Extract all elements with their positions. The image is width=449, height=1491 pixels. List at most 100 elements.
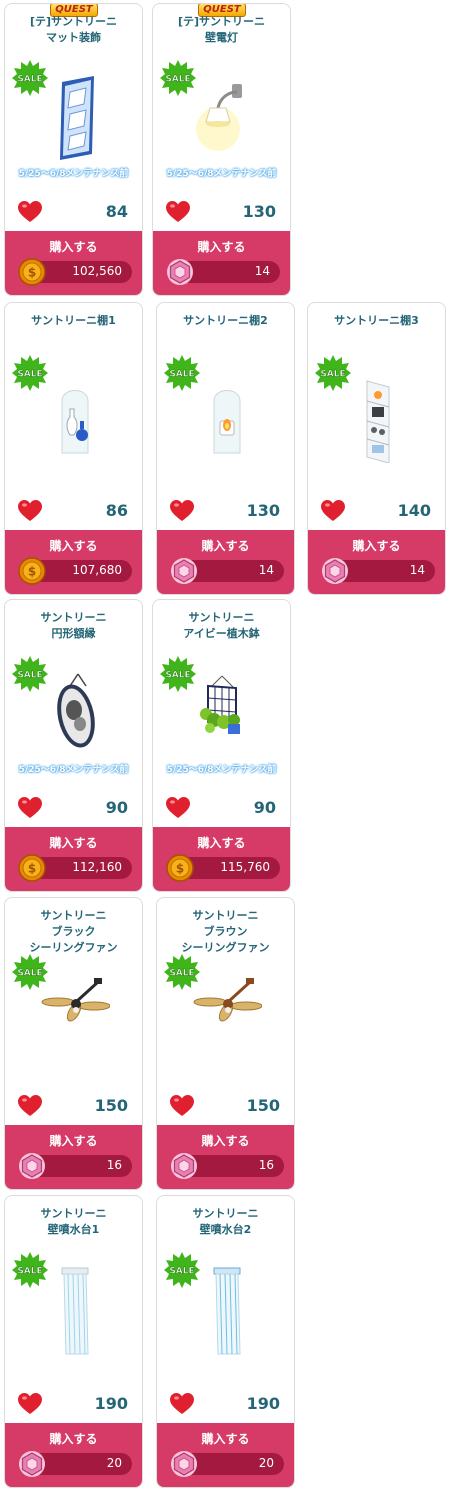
item-title: サントリーニ ブラック シーリングファン: [5, 908, 142, 956]
heart-icon: [321, 500, 345, 522]
heart-icon: [18, 1393, 42, 1415]
gem-icon: [170, 1450, 198, 1478]
buy-label: 購入する: [201, 1432, 250, 1446]
price: 14: [409, 563, 425, 577]
buy-button[interactable]: 購入する 14: [157, 530, 294, 594]
heart-icon: [170, 1095, 194, 1117]
item-title: サントリーニ棚3: [308, 313, 445, 329]
coin-icon: [166, 854, 194, 882]
heart-icon: [18, 201, 42, 223]
maintenance-note: 5/25～6/8メンテナンス前: [166, 169, 277, 179]
buy-label: 購入する: [49, 240, 98, 254]
gem-icon: [18, 1450, 46, 1478]
coin-icon: [18, 557, 46, 585]
item-title-line: サントリーニ: [192, 1207, 259, 1220]
item-title-line: [テ]サントリーニ: [29, 15, 118, 28]
shop-item-card[interactable]: サントリーニ棚3 140 購入する 14: [307, 302, 446, 595]
brown-ceiling-fan-image: [193, 978, 262, 1022]
like-count: 150: [246, 1096, 280, 1115]
gem-icon: [170, 1152, 198, 1180]
buy-button[interactable]: 購入する 115,760: [153, 827, 290, 891]
like-count: 86: [105, 501, 128, 520]
round-frame-image: [57, 673, 95, 748]
price: 102,560: [72, 264, 122, 278]
wall-fountain-1-image: [61, 1267, 89, 1355]
buy-button[interactable]: 購入する 20: [157, 1423, 294, 1487]
shelf-2-image: [213, 390, 241, 454]
item-title-line: ブラック: [51, 925, 96, 938]
maintenance-note: 5/25～6/8メンテナンス前: [18, 169, 129, 179]
maintenance-note: 5/25～6/8メンテナンス前: [166, 765, 277, 775]
buy-label: 購入する: [49, 539, 98, 553]
item-title-line: 壁電灯: [205, 31, 238, 44]
like-count: 130: [242, 202, 276, 221]
shop-item-card[interactable]: サントリーニ 壁噴水台2 190 購入する 20: [156, 1195, 295, 1488]
like-count: 140: [397, 501, 431, 520]
buy-label: 購入する: [49, 836, 98, 850]
item-title-line: サントリーニ棚1: [31, 314, 116, 327]
shop-item-card[interactable]: サントリーニ 壁噴水台1 190 購入する 20: [4, 1195, 143, 1488]
item-title-line: サントリーニ: [40, 611, 107, 624]
item-title-line: 円形額縁: [51, 627, 96, 640]
price: 16: [106, 1158, 122, 1172]
item-title-line: サントリーニ: [40, 1207, 107, 1220]
black-ceiling-fan-image: [41, 978, 110, 1022]
heart-icon: [18, 500, 42, 522]
coin-icon: [18, 258, 46, 286]
buy-button[interactable]: 購入する 14: [153, 231, 290, 295]
shop-item-card[interactable]: サントリーニ ブラック シーリングファン 150 購入する 16: [4, 897, 143, 1190]
wall-fountain-2-image: [213, 1267, 241, 1355]
gem-icon: [170, 557, 198, 585]
buy-label: 購入する: [201, 539, 250, 553]
buy-button[interactable]: 購入する 112,160: [5, 827, 142, 891]
item-title-line: サントリーニ: [40, 909, 107, 922]
price: 112,160: [72, 860, 122, 874]
buy-button[interactable]: 購入する 16: [5, 1125, 142, 1189]
buy-button[interactable]: 購入する 16: [157, 1125, 294, 1189]
shop-item-card[interactable]: サントリーニ棚2 130 購入する 14: [156, 302, 295, 595]
heart-icon: [18, 1095, 42, 1117]
shop-item-card[interactable]: サントリーニ ブラウン シーリングファン 150 購入する 16: [156, 897, 295, 1190]
heart-icon: [170, 500, 194, 522]
maintenance-note: 5/25～6/8メンテナンス前: [18, 765, 129, 775]
item-title: [テ]サントリーニ マット装飾: [5, 14, 142, 46]
price: 115,760: [220, 860, 270, 874]
buy-button[interactable]: 購入する 102,560: [5, 231, 142, 295]
gem-icon: [166, 258, 194, 286]
coin-icon: [18, 854, 46, 882]
item-title-line: ブラウン: [203, 925, 248, 938]
heart-icon: [166, 797, 190, 819]
buy-button[interactable]: 購入する 107,680: [5, 530, 142, 594]
item-title-line: マット装飾: [46, 31, 101, 44]
ivy-planter-image: [200, 675, 240, 734]
item-title-line: サントリーニ: [192, 909, 259, 922]
shelf-3-image: [366, 380, 390, 463]
like-count: 90: [105, 798, 128, 817]
shop-item-card[interactable]: サントリーニ 円形額縁 5/25～6/8メンテナンス前 90 購入する 112,…: [4, 599, 143, 892]
shop-item-card[interactable]: サントリーニ アイビー植木鉢 5/25～6/8メンテナンス前 90 購入する 1…: [152, 599, 291, 892]
heart-icon: [18, 797, 42, 819]
item-title-line: サントリーニ: [188, 611, 255, 624]
buy-label: 購入する: [197, 836, 246, 850]
item-title: サントリーニ棚1: [5, 313, 142, 329]
shop-item-card[interactable]: サントリーニ棚1 86 購入する 107,680: [4, 302, 143, 595]
item-title: サントリーニ棚2: [157, 313, 294, 329]
like-count: 90: [253, 798, 276, 817]
buy-button[interactable]: 購入する 14: [308, 530, 445, 594]
item-title-line: サントリーニ棚2: [183, 314, 268, 327]
gem-icon: [321, 557, 349, 585]
shop-item-card[interactable]: QUEST [テ]サントリーニ 壁電灯 5/25～6/8メンテナンス前 130 …: [152, 3, 291, 296]
item-title: サントリーニ 壁噴水台1: [5, 1206, 142, 1238]
buy-label: 購入する: [197, 240, 246, 254]
buy-button[interactable]: 購入する 20: [5, 1423, 142, 1487]
wall-mat-image: [60, 76, 94, 160]
heart-icon: [166, 201, 190, 223]
shop-item-card[interactable]: QUEST [テ]サントリーニ マット装飾 5/25～6/8メンテナンス前 84…: [4, 3, 143, 296]
price: 20: [258, 1456, 274, 1470]
item-title-line: 壁噴水台1: [47, 1223, 100, 1236]
item-title: サントリーニ ブラウン シーリングファン: [157, 908, 294, 956]
gem-icon: [18, 1152, 46, 1180]
buy-label: 購入する: [352, 539, 401, 553]
like-count: 84: [105, 202, 128, 221]
buy-label: 購入する: [201, 1134, 250, 1148]
